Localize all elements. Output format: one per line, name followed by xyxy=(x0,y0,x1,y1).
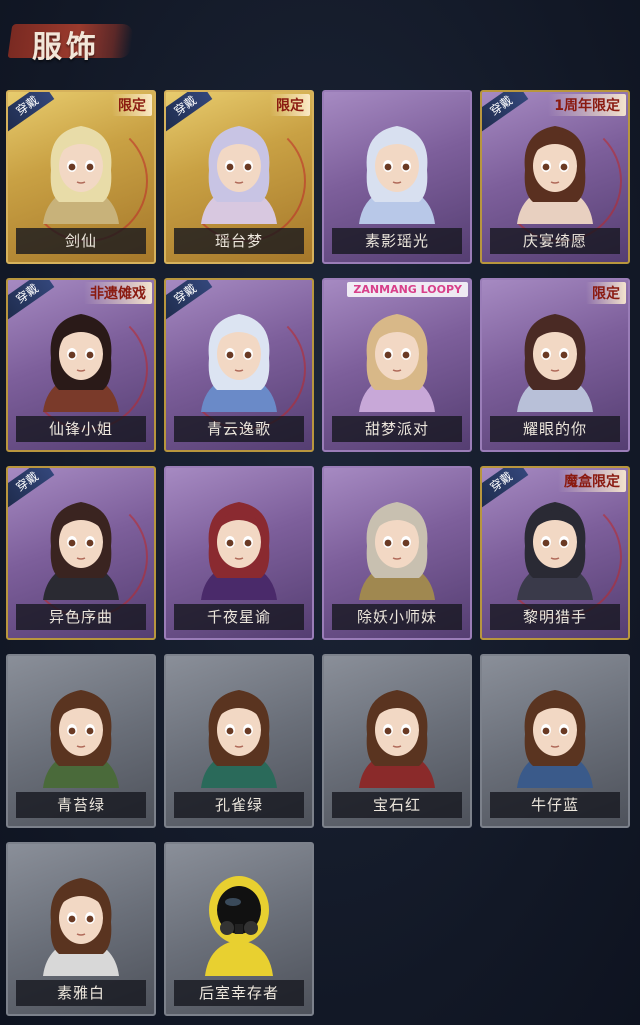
costume-name: 千夜星谕 xyxy=(174,604,304,630)
section-header: 服饰 xyxy=(7,10,136,70)
costume-name: 孔雀绿 xyxy=(174,792,304,818)
character-portrait-icon xyxy=(43,878,119,976)
limited-tag: 非遗傩戏 xyxy=(84,282,152,304)
costume-card[interactable]: 素影瑶光 xyxy=(322,90,472,264)
character-portrait-icon xyxy=(43,502,119,600)
costume-name: 黎明猎手 xyxy=(490,604,620,630)
limited-tag: 1周年限定 xyxy=(548,94,626,116)
costume-name: 牛仔蓝 xyxy=(490,792,620,818)
character-portrait-icon xyxy=(517,690,593,788)
costume-card[interactable]: 后室幸存者 xyxy=(164,842,314,1016)
costume-name: 后室幸存者 xyxy=(174,980,304,1006)
character-portrait-icon xyxy=(43,126,119,224)
limited-tag: ZANMANG LOOPY xyxy=(347,282,468,297)
character-portrait-icon xyxy=(201,690,277,788)
costume-name: 瑶台梦 xyxy=(174,228,304,254)
costume-card[interactable]: 穿戴 青云逸歌 xyxy=(164,278,314,452)
limited-tag: 限定 xyxy=(270,94,310,116)
costume-card[interactable]: 孔雀绿 xyxy=(164,654,314,828)
costume-name: 异色序曲 xyxy=(16,604,146,630)
costume-name: 宝石红 xyxy=(332,792,462,818)
character-portrait-icon xyxy=(201,126,277,224)
character-portrait-icon xyxy=(359,126,435,224)
character-portrait-icon xyxy=(359,690,435,788)
limited-tag: 限定 xyxy=(586,282,626,304)
character-portrait-icon xyxy=(359,502,435,600)
character-portrait-icon xyxy=(43,314,119,412)
character-portrait-icon xyxy=(43,690,119,788)
character-portrait-icon xyxy=(517,126,593,224)
costume-name: 甜梦派对 xyxy=(332,416,462,442)
limited-tag: 魔盒限定 xyxy=(558,470,626,492)
costume-card[interactable]: 限定耀眼的你 xyxy=(480,278,630,452)
costume-name: 青云逸歌 xyxy=(174,416,304,442)
page-title: 服饰 xyxy=(32,30,100,65)
costume-card[interactable]: 穿戴 1周年限定 庆宴绮愿 xyxy=(480,90,630,264)
character-portrait-icon xyxy=(517,314,593,412)
character-portrait-icon xyxy=(517,502,593,600)
limited-tag: 限定 xyxy=(112,94,152,116)
costume-card[interactable]: 宝石红 xyxy=(322,654,472,828)
costume-name: 耀眼的你 xyxy=(490,416,620,442)
costume-card[interactable]: 穿戴 限定 瑶台梦 xyxy=(164,90,314,264)
costume-page: 服饰 穿戴 限定 剑仙 穿戴 限定 瑶台梦 素影瑶光 穿戴 1周年限定 庆宴绮愿 穿戴 非遗傩戏 仙锋小… xyxy=(0,0,640,1025)
costume-card[interactable]: 穿戴 限定 剑仙 xyxy=(6,90,156,264)
costume-card[interactable]: 千夜星谕 xyxy=(164,466,314,640)
costume-card[interactable]: 除妖小师妹 xyxy=(322,466,472,640)
costume-card[interactable]: 牛仔蓝 xyxy=(480,654,630,828)
character-portrait-icon xyxy=(201,314,277,412)
costume-name: 除妖小师妹 xyxy=(332,604,462,630)
costume-name: 素影瑶光 xyxy=(332,228,462,254)
character-portrait-icon xyxy=(359,314,435,412)
costume-card[interactable]: 素雅白 xyxy=(6,842,156,1016)
costume-card[interactable]: 穿戴 异色序曲 xyxy=(6,466,156,640)
costume-name: 剑仙 xyxy=(16,228,146,254)
character-portrait-icon xyxy=(201,502,277,600)
costume-card[interactable]: 穿戴 非遗傩戏 仙锋小姐 xyxy=(6,278,156,452)
costume-card[interactable]: ZANMANG LOOPY 甜梦派对 xyxy=(322,278,472,452)
costume-card[interactable]: 青苔绿 xyxy=(6,654,156,828)
costume-name: 青苔绿 xyxy=(16,792,146,818)
costume-name: 仙锋小姐 xyxy=(16,416,146,442)
costume-name: 素雅白 xyxy=(16,980,146,1006)
hazmat-portrait-icon xyxy=(205,876,273,976)
costume-name: 庆宴绮愿 xyxy=(490,228,620,254)
costume-card[interactable]: 穿戴 魔盒限定 黎明猎手 xyxy=(480,466,630,640)
